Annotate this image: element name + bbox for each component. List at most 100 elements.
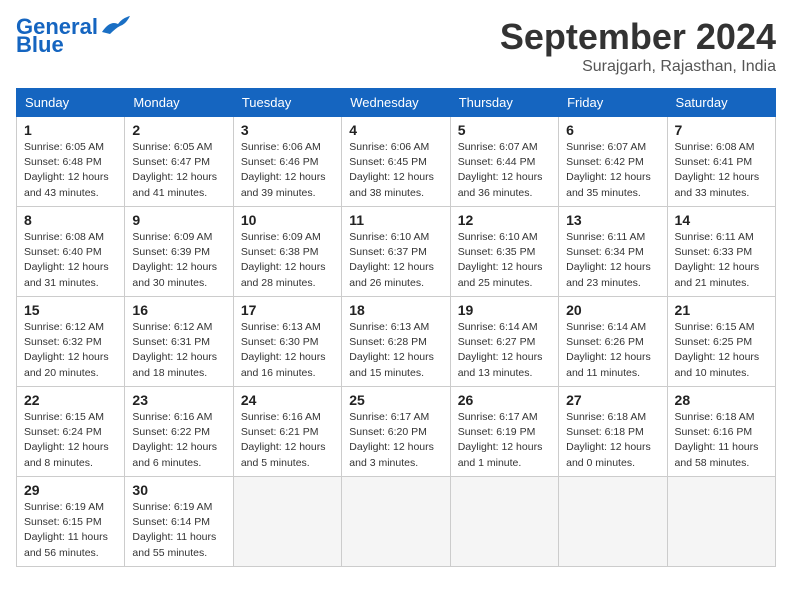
month-year-title: September 2024 <box>500 16 776 58</box>
day-number: 28 <box>675 392 768 408</box>
calendar-day-cell: 10 Sunrise: 6:09 AMSunset: 6:38 PMDaylig… <box>233 207 341 297</box>
day-info: Sunrise: 6:11 AMSunset: 6:33 PMDaylight:… <box>675 231 760 289</box>
col-header-thursday: Thursday <box>450 89 558 117</box>
day-number: 26 <box>458 392 551 408</box>
location-subtitle: Surajgarh, Rajasthan, India <box>500 58 776 76</box>
day-info: Sunrise: 6:12 AMSunset: 6:31 PMDaylight:… <box>132 321 217 379</box>
day-info: Sunrise: 6:08 AMSunset: 6:41 PMDaylight:… <box>675 141 760 199</box>
calendar-day-cell: 12 Sunrise: 6:10 AMSunset: 6:35 PMDaylig… <box>450 207 558 297</box>
col-header-saturday: Saturday <box>667 89 775 117</box>
day-number: 2 <box>132 122 225 138</box>
calendar-week-row: 29 Sunrise: 6:19 AMSunset: 6:15 PMDaylig… <box>17 477 776 567</box>
calendar-day-cell: 2 Sunrise: 6:05 AMSunset: 6:47 PMDayligh… <box>125 117 233 207</box>
calendar-day-cell: 15 Sunrise: 6:12 AMSunset: 6:32 PMDaylig… <box>17 297 125 387</box>
calendar-day-cell: 14 Sunrise: 6:11 AMSunset: 6:33 PMDaylig… <box>667 207 775 297</box>
logo: General Blue <box>16 16 132 56</box>
logo-blue-text: Blue <box>16 34 64 56</box>
calendar-week-row: 15 Sunrise: 6:12 AMSunset: 6:32 PMDaylig… <box>17 297 776 387</box>
calendar-day-cell: 27 Sunrise: 6:18 AMSunset: 6:18 PMDaylig… <box>559 387 667 477</box>
day-info: Sunrise: 6:15 AMSunset: 6:25 PMDaylight:… <box>675 321 760 379</box>
day-number: 29 <box>24 482 117 498</box>
calendar-day-cell: 23 Sunrise: 6:16 AMSunset: 6:22 PMDaylig… <box>125 387 233 477</box>
calendar-day-cell: 5 Sunrise: 6:07 AMSunset: 6:44 PMDayligh… <box>450 117 558 207</box>
day-info: Sunrise: 6:15 AMSunset: 6:24 PMDaylight:… <box>24 411 109 469</box>
day-info: Sunrise: 6:07 AMSunset: 6:44 PMDaylight:… <box>458 141 543 199</box>
calendar-day-cell: 7 Sunrise: 6:08 AMSunset: 6:41 PMDayligh… <box>667 117 775 207</box>
day-number: 3 <box>241 122 334 138</box>
day-number: 9 <box>132 212 225 228</box>
day-number: 24 <box>241 392 334 408</box>
day-number: 7 <box>675 122 768 138</box>
day-number: 23 <box>132 392 225 408</box>
day-number: 25 <box>349 392 442 408</box>
day-number: 13 <box>566 212 659 228</box>
day-number: 27 <box>566 392 659 408</box>
day-number: 12 <box>458 212 551 228</box>
day-number: 22 <box>24 392 117 408</box>
day-number: 8 <box>24 212 117 228</box>
calendar-day-cell: 17 Sunrise: 6:13 AMSunset: 6:30 PMDaylig… <box>233 297 341 387</box>
calendar-day-cell: 29 Sunrise: 6:19 AMSunset: 6:15 PMDaylig… <box>17 477 125 567</box>
empty-cell <box>450 477 558 567</box>
day-number: 10 <box>241 212 334 228</box>
day-info: Sunrise: 6:05 AMSunset: 6:48 PMDaylight:… <box>24 141 109 199</box>
calendar-day-cell: 24 Sunrise: 6:16 AMSunset: 6:21 PMDaylig… <box>233 387 341 477</box>
calendar-day-cell: 26 Sunrise: 6:17 AMSunset: 6:19 PMDaylig… <box>450 387 558 477</box>
col-header-wednesday: Wednesday <box>342 89 450 117</box>
calendar-day-cell: 11 Sunrise: 6:10 AMSunset: 6:37 PMDaylig… <box>342 207 450 297</box>
empty-cell <box>233 477 341 567</box>
day-number: 30 <box>132 482 225 498</box>
col-header-tuesday: Tuesday <box>233 89 341 117</box>
calendar-week-row: 1 Sunrise: 6:05 AMSunset: 6:48 PMDayligh… <box>17 117 776 207</box>
calendar-day-cell: 20 Sunrise: 6:14 AMSunset: 6:26 PMDaylig… <box>559 297 667 387</box>
day-info: Sunrise: 6:18 AMSunset: 6:16 PMDaylight:… <box>675 411 759 469</box>
col-header-sunday: Sunday <box>17 89 125 117</box>
day-number: 4 <box>349 122 442 138</box>
calendar-day-cell: 13 Sunrise: 6:11 AMSunset: 6:34 PMDaylig… <box>559 207 667 297</box>
day-info: Sunrise: 6:12 AMSunset: 6:32 PMDaylight:… <box>24 321 109 379</box>
day-number: 18 <box>349 302 442 318</box>
calendar-table: SundayMondayTuesdayWednesdayThursdayFrid… <box>16 88 776 567</box>
day-number: 15 <box>24 302 117 318</box>
day-info: Sunrise: 6:16 AMSunset: 6:22 PMDaylight:… <box>132 411 217 469</box>
calendar-week-row: 22 Sunrise: 6:15 AMSunset: 6:24 PMDaylig… <box>17 387 776 477</box>
day-info: Sunrise: 6:10 AMSunset: 6:35 PMDaylight:… <box>458 231 543 289</box>
day-info: Sunrise: 6:17 AMSunset: 6:20 PMDaylight:… <box>349 411 434 469</box>
day-number: 6 <box>566 122 659 138</box>
empty-cell <box>342 477 450 567</box>
empty-cell <box>559 477 667 567</box>
calendar-day-cell: 21 Sunrise: 6:15 AMSunset: 6:25 PMDaylig… <box>667 297 775 387</box>
day-info: Sunrise: 6:07 AMSunset: 6:42 PMDaylight:… <box>566 141 651 199</box>
day-info: Sunrise: 6:11 AMSunset: 6:34 PMDaylight:… <box>566 231 651 289</box>
day-number: 14 <box>675 212 768 228</box>
day-info: Sunrise: 6:09 AMSunset: 6:39 PMDaylight:… <box>132 231 217 289</box>
day-info: Sunrise: 6:05 AMSunset: 6:47 PMDaylight:… <box>132 141 217 199</box>
day-info: Sunrise: 6:13 AMSunset: 6:28 PMDaylight:… <box>349 321 434 379</box>
calendar-day-cell: 18 Sunrise: 6:13 AMSunset: 6:28 PMDaylig… <box>342 297 450 387</box>
day-number: 5 <box>458 122 551 138</box>
day-info: Sunrise: 6:19 AMSunset: 6:14 PMDaylight:… <box>132 501 216 559</box>
day-info: Sunrise: 6:18 AMSunset: 6:18 PMDaylight:… <box>566 411 651 469</box>
day-number: 20 <box>566 302 659 318</box>
empty-cell <box>667 477 775 567</box>
calendar-day-cell: 19 Sunrise: 6:14 AMSunset: 6:27 PMDaylig… <box>450 297 558 387</box>
calendar-day-cell: 6 Sunrise: 6:07 AMSunset: 6:42 PMDayligh… <box>559 117 667 207</box>
calendar-day-cell: 9 Sunrise: 6:09 AMSunset: 6:39 PMDayligh… <box>125 207 233 297</box>
day-number: 17 <box>241 302 334 318</box>
calendar-day-cell: 1 Sunrise: 6:05 AMSunset: 6:48 PMDayligh… <box>17 117 125 207</box>
day-info: Sunrise: 6:13 AMSunset: 6:30 PMDaylight:… <box>241 321 326 379</box>
day-info: Sunrise: 6:19 AMSunset: 6:15 PMDaylight:… <box>24 501 108 559</box>
title-block: September 2024 Surajgarh, Rajasthan, Ind… <box>500 16 776 76</box>
col-header-friday: Friday <box>559 89 667 117</box>
calendar-day-cell: 16 Sunrise: 6:12 AMSunset: 6:31 PMDaylig… <box>125 297 233 387</box>
calendar-day-cell: 8 Sunrise: 6:08 AMSunset: 6:40 PMDayligh… <box>17 207 125 297</box>
day-info: Sunrise: 6:16 AMSunset: 6:21 PMDaylight:… <box>241 411 326 469</box>
page-header: General Blue September 2024 Surajgarh, R… <box>16 16 776 76</box>
day-number: 11 <box>349 212 442 228</box>
day-number: 19 <box>458 302 551 318</box>
day-info: Sunrise: 6:08 AMSunset: 6:40 PMDaylight:… <box>24 231 109 289</box>
day-info: Sunrise: 6:06 AMSunset: 6:46 PMDaylight:… <box>241 141 326 199</box>
calendar-week-row: 8 Sunrise: 6:08 AMSunset: 6:40 PMDayligh… <box>17 207 776 297</box>
day-info: Sunrise: 6:10 AMSunset: 6:37 PMDaylight:… <box>349 231 434 289</box>
calendar-day-cell: 4 Sunrise: 6:06 AMSunset: 6:45 PMDayligh… <box>342 117 450 207</box>
